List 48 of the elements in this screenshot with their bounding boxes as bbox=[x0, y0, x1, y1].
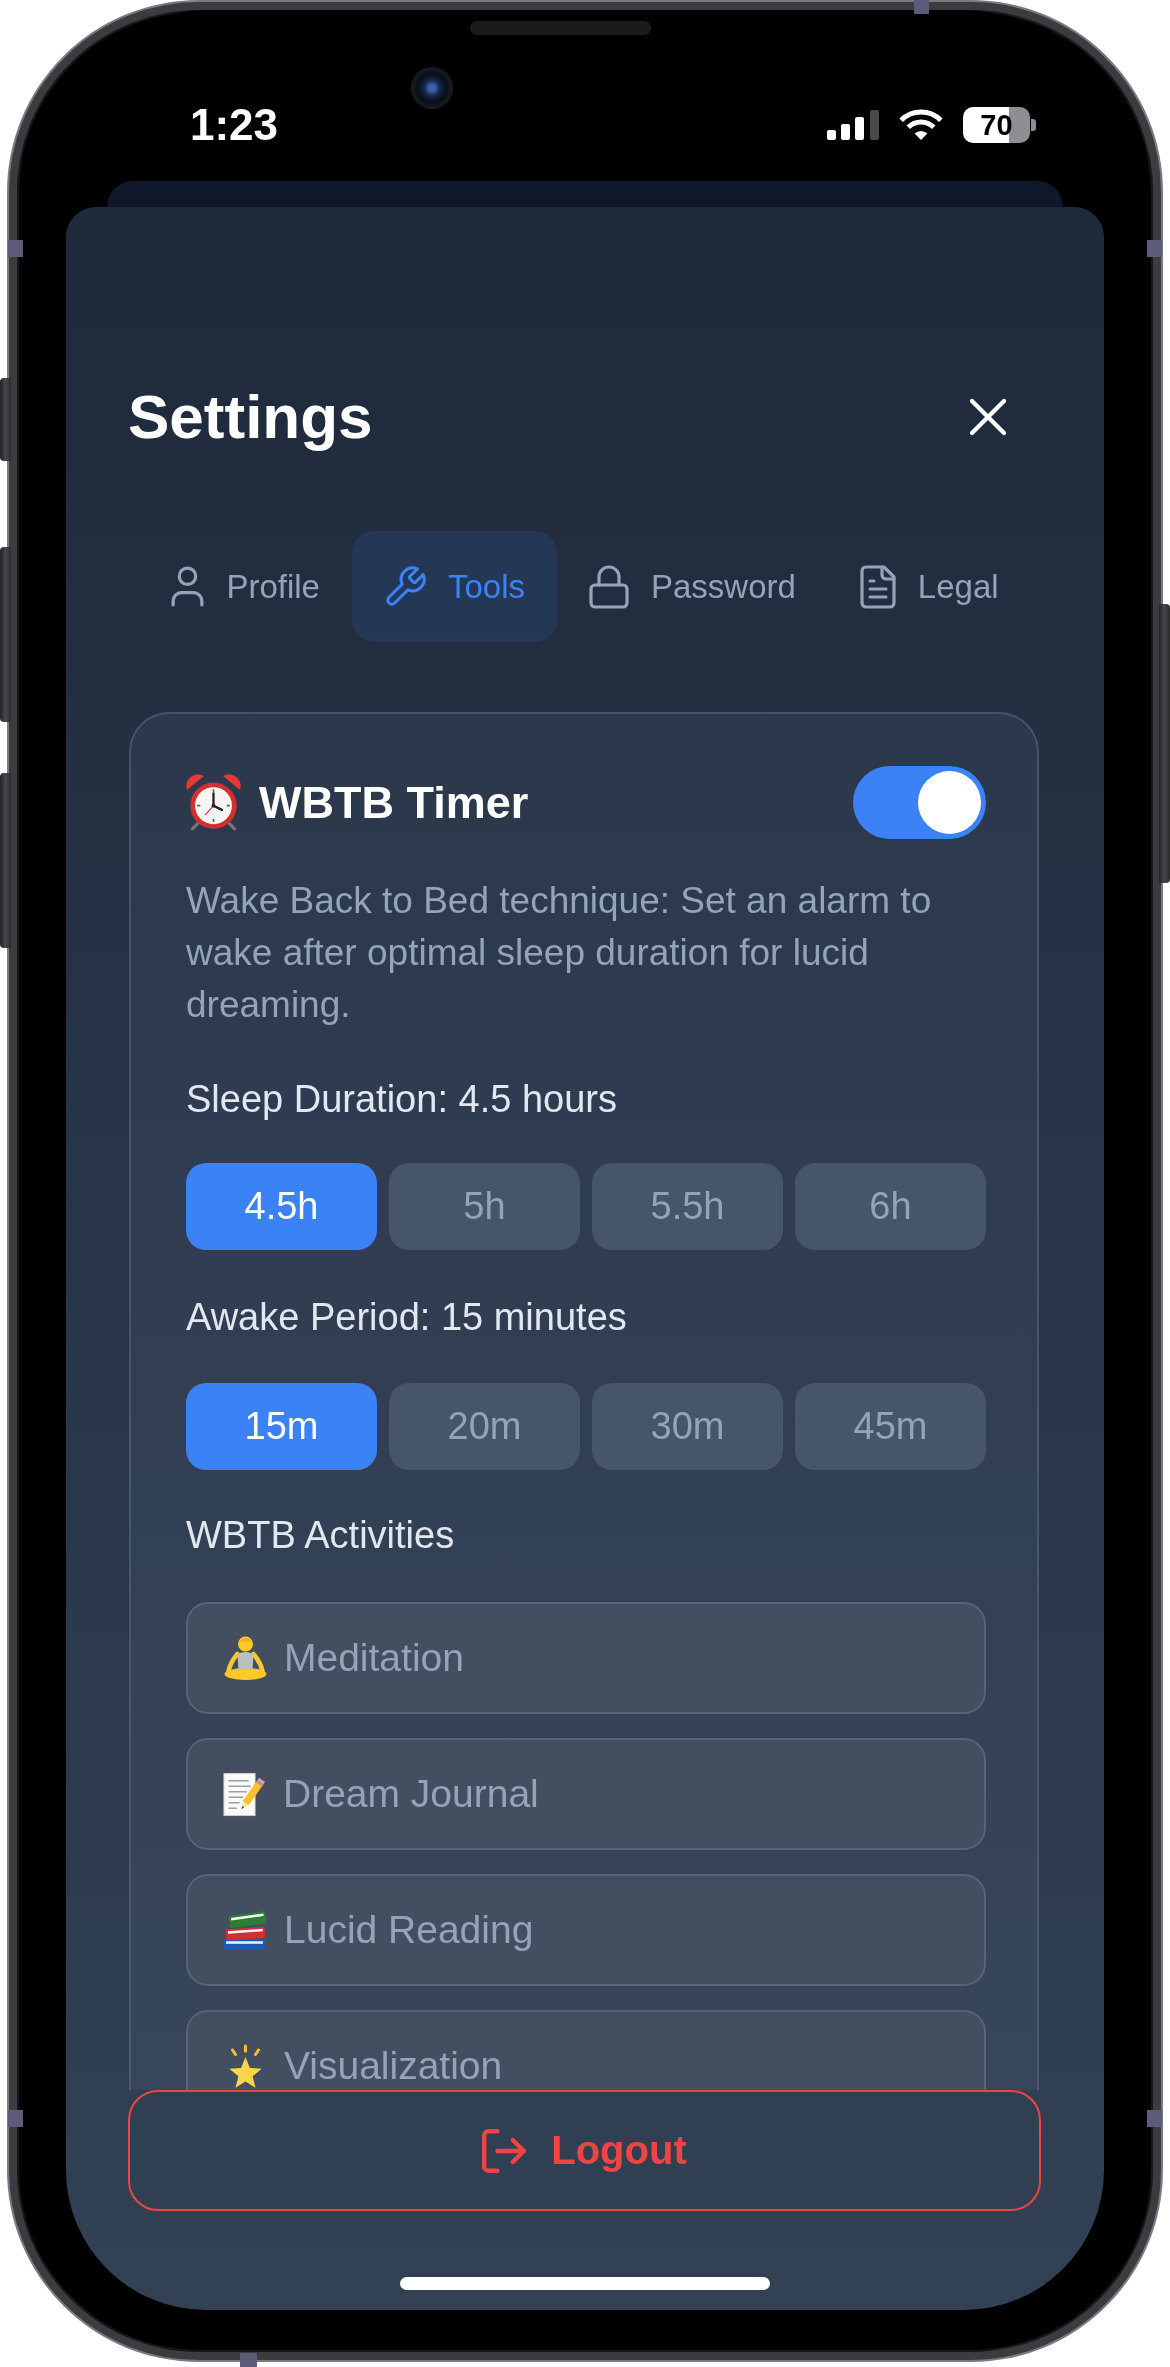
card-title: WBTB Timer bbox=[259, 776, 529, 829]
duration-option[interactable]: 5h bbox=[389, 1163, 580, 1250]
settings-tab[interactable]: Profile bbox=[139, 531, 352, 642]
side-button[interactable] bbox=[1159, 604, 1170, 883]
signal-icon bbox=[827, 110, 879, 140]
meditating-person-icon bbox=[223, 1636, 268, 1680]
card-description: Wake Back to Bed technique: Set an alarm to wake after optimal sleep duration for lucid dreaming. bbox=[186, 879, 933, 1027]
memo-pencil-icon bbox=[223, 1771, 267, 1817]
close-icon bbox=[969, 398, 1007, 436]
document-icon bbox=[859, 564, 896, 609]
side-button[interactable] bbox=[0, 547, 11, 722]
duration-option[interactable]: 15m bbox=[186, 1383, 377, 1470]
activity-option[interactable]: Lucid Reading bbox=[186, 1874, 986, 1986]
section-label: Sleep Duration: 4.5 hours bbox=[186, 1077, 618, 1122]
antenna-band bbox=[8, 2110, 23, 2127]
settings-tab[interactable]: Legal bbox=[827, 531, 1031, 642]
user-icon bbox=[171, 566, 205, 607]
antenna-band bbox=[1147, 2110, 1162, 2127]
settings-tab[interactable]: Password bbox=[556, 531, 828, 642]
side-button[interactable] bbox=[0, 378, 11, 461]
alarm-clock-icon bbox=[186, 774, 241, 831]
antenna-band bbox=[1147, 240, 1162, 257]
section-label: Awake Period: 15 minutes bbox=[186, 1295, 628, 1340]
duration-option[interactable]: 30m bbox=[592, 1383, 783, 1470]
activity-option[interactable]: Meditation bbox=[186, 1602, 986, 1714]
wrench-icon bbox=[383, 565, 426, 608]
antenna-band bbox=[8, 240, 23, 257]
sheet-title: Settings bbox=[128, 381, 373, 453]
settings-tab[interactable]: Tools bbox=[351, 531, 557, 642]
duration-option[interactable]: 45m bbox=[795, 1383, 986, 1470]
books-icon bbox=[223, 1908, 268, 1952]
logout-button[interactable]: Logout bbox=[128, 2090, 1041, 2211]
duration-option[interactable]: 5.5h bbox=[592, 1163, 783, 1250]
wifi-icon bbox=[898, 109, 944, 141]
lock-icon bbox=[588, 564, 629, 609]
activity-option[interactable]: Visualization bbox=[186, 2010, 986, 2090]
duration-option[interactable]: 4.5h bbox=[186, 1163, 377, 1250]
duration-option[interactable]: 6h bbox=[795, 1163, 986, 1250]
status-time: 1:23 bbox=[190, 103, 279, 147]
duration-option[interactable]: 20m bbox=[389, 1383, 580, 1470]
section-label: WBTB Activities bbox=[186, 1513, 456, 1558]
activity-option[interactable]: Dream Journal bbox=[186, 1738, 986, 1850]
antenna-band bbox=[914, 0, 929, 14]
logout-icon bbox=[482, 2128, 527, 2173]
close-button[interactable] bbox=[969, 398, 1007, 436]
antenna-band bbox=[240, 2353, 257, 2367]
side-button[interactable] bbox=[0, 773, 11, 948]
battery-indicator: 70 bbox=[963, 107, 1036, 143]
